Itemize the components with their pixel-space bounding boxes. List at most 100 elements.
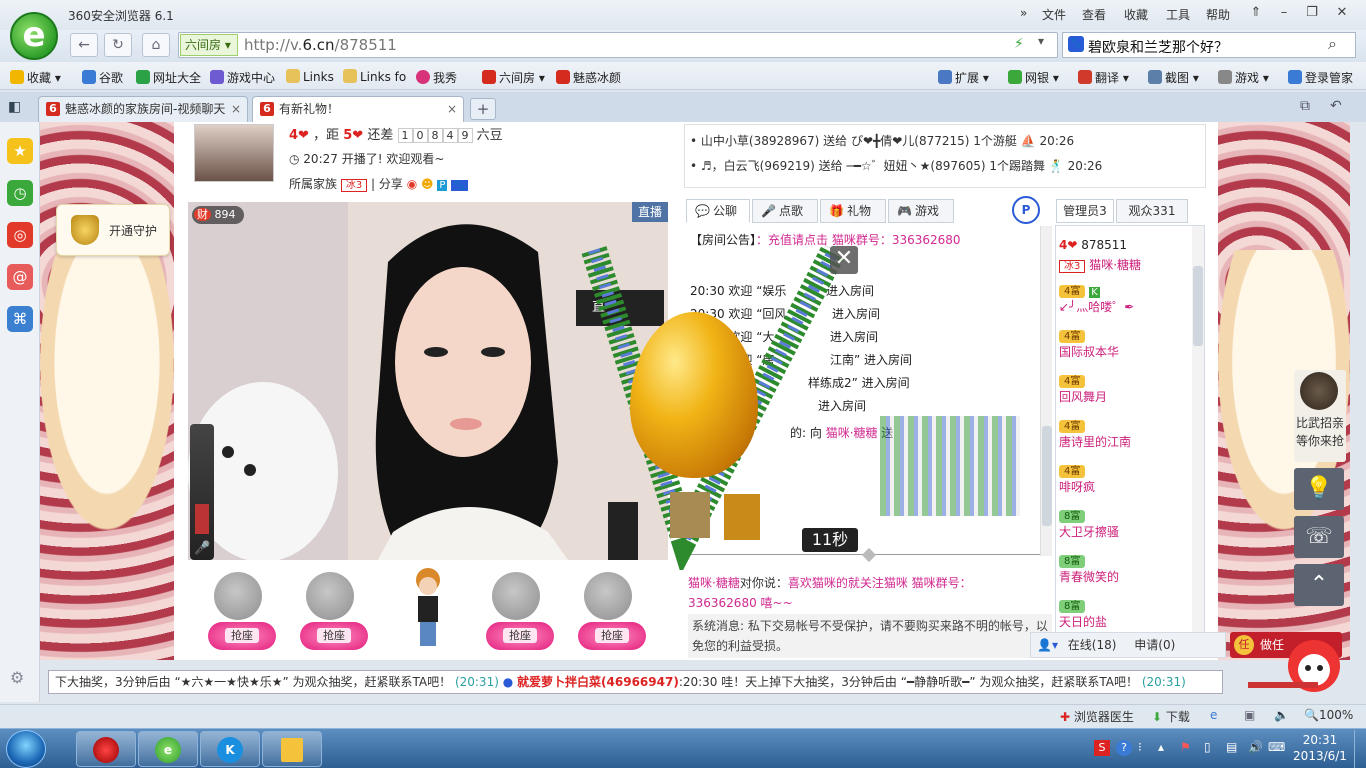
online-banking-menu[interactable]: 网银 ▾ xyxy=(1008,69,1059,86)
undo-close-icon[interactable]: ↶ xyxy=(1330,98,1342,114)
extensions-menu[interactable]: 扩展 ▾ xyxy=(938,69,989,86)
volume-slider[interactable]: 🎤 xyxy=(190,424,214,560)
start-button[interactable] xyxy=(6,730,46,768)
tray-help-icon[interactable]: ? xyxy=(1116,740,1132,756)
favorites-star-icon[interactable]: ★ xyxy=(7,138,33,164)
window-icon[interactable]: ▣ xyxy=(1244,708,1255,722)
browser-doctor[interactable]: ✚ 浏览器医生 xyxy=(1060,708,1134,725)
url-text[interactable]: http://v.6.cn/878511 xyxy=(244,36,397,54)
back-to-top-icon[interactable]: ⌃ xyxy=(1294,564,1344,606)
online-count[interactable]: 在线(18) xyxy=(1068,638,1117,652)
menu-file[interactable]: 文件 xyxy=(1042,6,1066,23)
user-item[interactable]: 8富 天日的盐 xyxy=(1059,599,1107,630)
home-button[interactable]: ⌂ xyxy=(142,33,170,57)
bookmark-links-fo[interactable]: Links fo xyxy=(343,69,406,84)
taskbar-360-browser[interactable]: e xyxy=(138,731,198,767)
minimize-button[interactable]: – xyxy=(1270,2,1298,24)
tab-list-icon[interactable]: ⧉ xyxy=(1300,98,1310,114)
browser-logo[interactable]: e xyxy=(10,12,58,60)
tab-family-room[interactable]: 6 魅惑冰颜的家族房间-视频聊天 × xyxy=(38,96,248,122)
game-logo-icon[interactable] xyxy=(1300,372,1338,410)
close-gift-button[interactable]: ✕ xyxy=(830,246,858,274)
weibo-icon[interactable]: ◎ xyxy=(7,222,33,248)
microphone-icon[interactable]: 🎤 xyxy=(194,541,210,556)
game-menu[interactable]: 游戏 ▾ xyxy=(1218,69,1269,86)
lightbulb-icon[interactable]: 💡 xyxy=(1294,468,1344,510)
search-icon[interactable]: ⌕ xyxy=(1328,34,1337,54)
download-button[interactable]: ⬇ 下载 xyxy=(1152,708,1190,725)
bookmark-meihuo[interactable]: 魅惑冰颜 xyxy=(556,69,621,86)
tray-network-icon[interactable]: ▤ xyxy=(1226,740,1237,754)
chevron-icon[interactable]: » xyxy=(1020,6,1027,20)
user-item-host-family[interactable]: 冰3 猫咪·糖糖 xyxy=(1059,256,1141,273)
grab-seat-button[interactable]: 抢座 xyxy=(486,622,554,650)
occupied-seat-avatar[interactable] xyxy=(410,566,446,656)
tray-volume-icon[interactable]: 🔊 xyxy=(1248,740,1263,754)
menu-tools[interactable]: 工具 xyxy=(1166,6,1190,23)
taskbar-app-1[interactable] xyxy=(76,731,136,767)
user-item[interactable]: 8富 大卫牙擦骚 xyxy=(1059,509,1119,540)
settings-gear-icon[interactable]: ⚙ xyxy=(10,668,24,687)
email-icon[interactable]: @ xyxy=(7,264,33,290)
tab-admins[interactable]: 管理员3 xyxy=(1056,199,1114,223)
screenshot-menu[interactable]: 截图 ▾ xyxy=(1148,69,1199,86)
site-tag[interactable]: 六间房 ▾ xyxy=(180,34,238,56)
tray-sogou-icon[interactable]: S xyxy=(1094,740,1110,756)
translate-menu[interactable]: 翻译 ▾ xyxy=(1078,69,1129,86)
baidu-icon[interactable]: 🐾 xyxy=(1068,36,1084,52)
close-window-button[interactable]: ✕ xyxy=(1328,2,1356,24)
bookmark-favorites[interactable]: 收藏 ▾ xyxy=(10,69,61,86)
bookmark-google[interactable]: 谷歌 xyxy=(82,69,123,86)
lightning-icon[interactable]: ⚡ xyxy=(1014,36,1024,52)
grab-seat-button[interactable]: 抢座 xyxy=(300,622,368,650)
bookmark-game-center[interactable]: 游戏中心 xyxy=(210,69,275,86)
apply-count[interactable]: 申请(0) xyxy=(1134,638,1175,652)
bookmark-woxiu[interactable]: 我秀 xyxy=(416,69,457,86)
guard-button[interactable]: 开通守护 xyxy=(56,204,170,256)
user-scroll-thumb[interactable] xyxy=(1193,266,1203,346)
taskbar-clock[interactable]: 20:31 2013/6/1 xyxy=(1290,732,1350,764)
tray-device-icon[interactable]: ▯ xyxy=(1204,740,1211,754)
show-desktop-button[interactable] xyxy=(1354,730,1366,768)
new-tab-button[interactable]: + xyxy=(470,98,496,120)
menu-help[interactable]: 帮助 xyxy=(1206,6,1230,23)
ie-icon[interactable]: e xyxy=(1210,708,1217,722)
refresh-button[interactable]: ↻ xyxy=(104,33,132,57)
skin-icon[interactable]: ⇑ xyxy=(1242,2,1270,24)
user-item[interactable]: 8富 青春微笑的 xyxy=(1059,554,1119,585)
volume-icon[interactable]: 🔈 xyxy=(1274,708,1289,722)
weibo-share-icon[interactable]: ◉ xyxy=(407,177,417,191)
chat-scrollbar[interactable] xyxy=(1040,226,1052,556)
user-item[interactable]: 4富 K ↙╯灬哈喽゜✒ xyxy=(1059,284,1134,315)
user-item-host[interactable]: 4❤ 878511 xyxy=(1059,238,1127,252)
menu-view[interactable]: 查看 xyxy=(1082,6,1106,23)
restore-button[interactable]: ❐ xyxy=(1298,2,1326,24)
user-item[interactable]: 4富 国际叔本华 xyxy=(1059,329,1119,360)
tray-dots-icon[interactable]: ⁝ xyxy=(1138,740,1142,754)
user-item[interactable]: 4富 回风舞月 xyxy=(1059,374,1107,405)
tray-expand-icon[interactable]: ▴ xyxy=(1158,740,1164,754)
user-item[interactable]: 4富 唐诗里的江南 xyxy=(1059,419,1131,450)
back-button[interactable]: ← xyxy=(70,33,98,57)
tab-audience[interactable]: 观众331 xyxy=(1116,199,1188,223)
family-badge[interactable]: 冰3 xyxy=(340,179,368,192)
tray-flag-icon[interactable]: ⚑ xyxy=(1180,740,1191,754)
pengyou-share-icon[interactable]: P xyxy=(437,180,448,191)
tab-new-gift[interactable]: 6 有新礼物！ × xyxy=(252,96,464,122)
taskbar-kugou[interactable]: K xyxy=(200,731,260,767)
qzone-share-icon[interactable]: ☻ xyxy=(421,177,434,191)
bookmark-6rooms[interactable]: 六间房 ▾ xyxy=(482,69,545,86)
grab-seat-button[interactable]: 抢座 xyxy=(578,622,646,650)
bookmark-links[interactable]: Links xyxy=(286,69,334,84)
baidu-share-icon[interactable]: 🐾 xyxy=(451,180,468,191)
menu-favorites[interactable]: 收藏 xyxy=(1124,6,1148,23)
compass-icon[interactable]: ⌘ xyxy=(7,306,33,332)
chat-scroll-thumb[interactable] xyxy=(1042,426,1052,526)
chevron-down-icon[interactable]: ▾ xyxy=(1038,34,1056,54)
zoom-level[interactable]: 🔍100% xyxy=(1304,708,1353,722)
grab-seat-button[interactable]: 抢座 xyxy=(208,622,276,650)
bookmark-hao123[interactable]: 网址大全 xyxy=(136,69,201,86)
streamer-avatar[interactable] xyxy=(194,124,274,182)
taskbar-notes[interactable] xyxy=(262,731,322,767)
search-text[interactable]: 碧欧泉和兰芝那个好？ xyxy=(1088,37,1228,57)
